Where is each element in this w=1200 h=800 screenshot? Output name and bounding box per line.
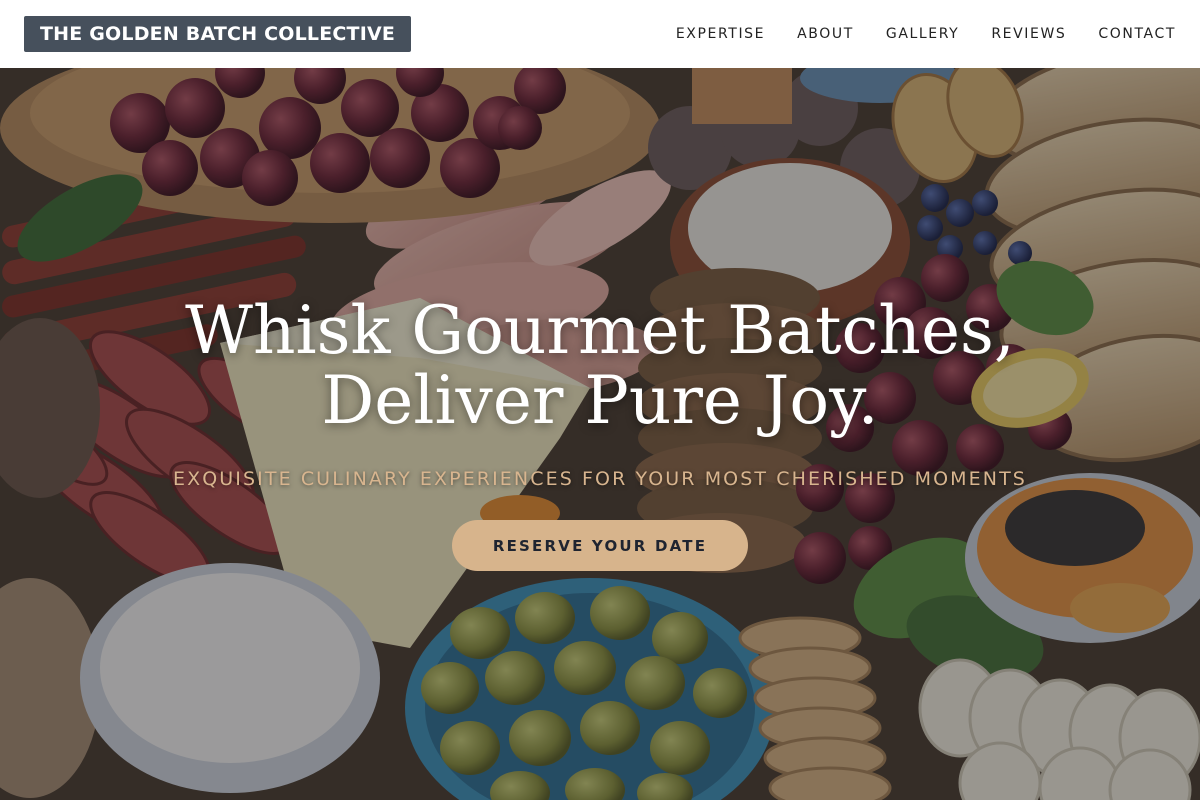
brand-logo[interactable]: THE GOLDEN BATCH COLLECTIVE — [24, 16, 412, 52]
hero-content: Whisk Gourmet Batches, Deliver Pure Joy.… — [0, 68, 1200, 800]
nav-link-contact[interactable]: CONTACT — [1098, 26, 1176, 42]
main-nav: EXPERTISE ABOUT GALLERY REVIEWS CONTACT — [644, 26, 1176, 42]
hero-section: Whisk Gourmet Batches, Deliver Pure Joy.… — [0, 68, 1200, 800]
nav-link-reviews[interactable]: REVIEWS — [991, 26, 1066, 42]
hero-headline-line-2: Deliver Pure Joy. — [321, 362, 879, 439]
hero-subtitle: EXQUISITE CULINARY EXPERIENCES FOR YOUR … — [173, 468, 1027, 490]
site-header: THE GOLDEN BATCH COLLECTIVE EXPERTISE AB… — [0, 0, 1200, 68]
nav-link-expertise[interactable]: EXPERTISE — [676, 26, 765, 42]
nav-link-about[interactable]: ABOUT — [797, 26, 854, 42]
reserve-date-button[interactable]: RESERVE YOUR DATE — [452, 520, 748, 571]
hero-headline-line-1: Whisk Gourmet Batches, — [185, 292, 1015, 369]
nav-link-gallery[interactable]: GALLERY — [886, 26, 959, 42]
hero-headline: Whisk Gourmet Batches, Deliver Pure Joy. — [0, 296, 1200, 436]
